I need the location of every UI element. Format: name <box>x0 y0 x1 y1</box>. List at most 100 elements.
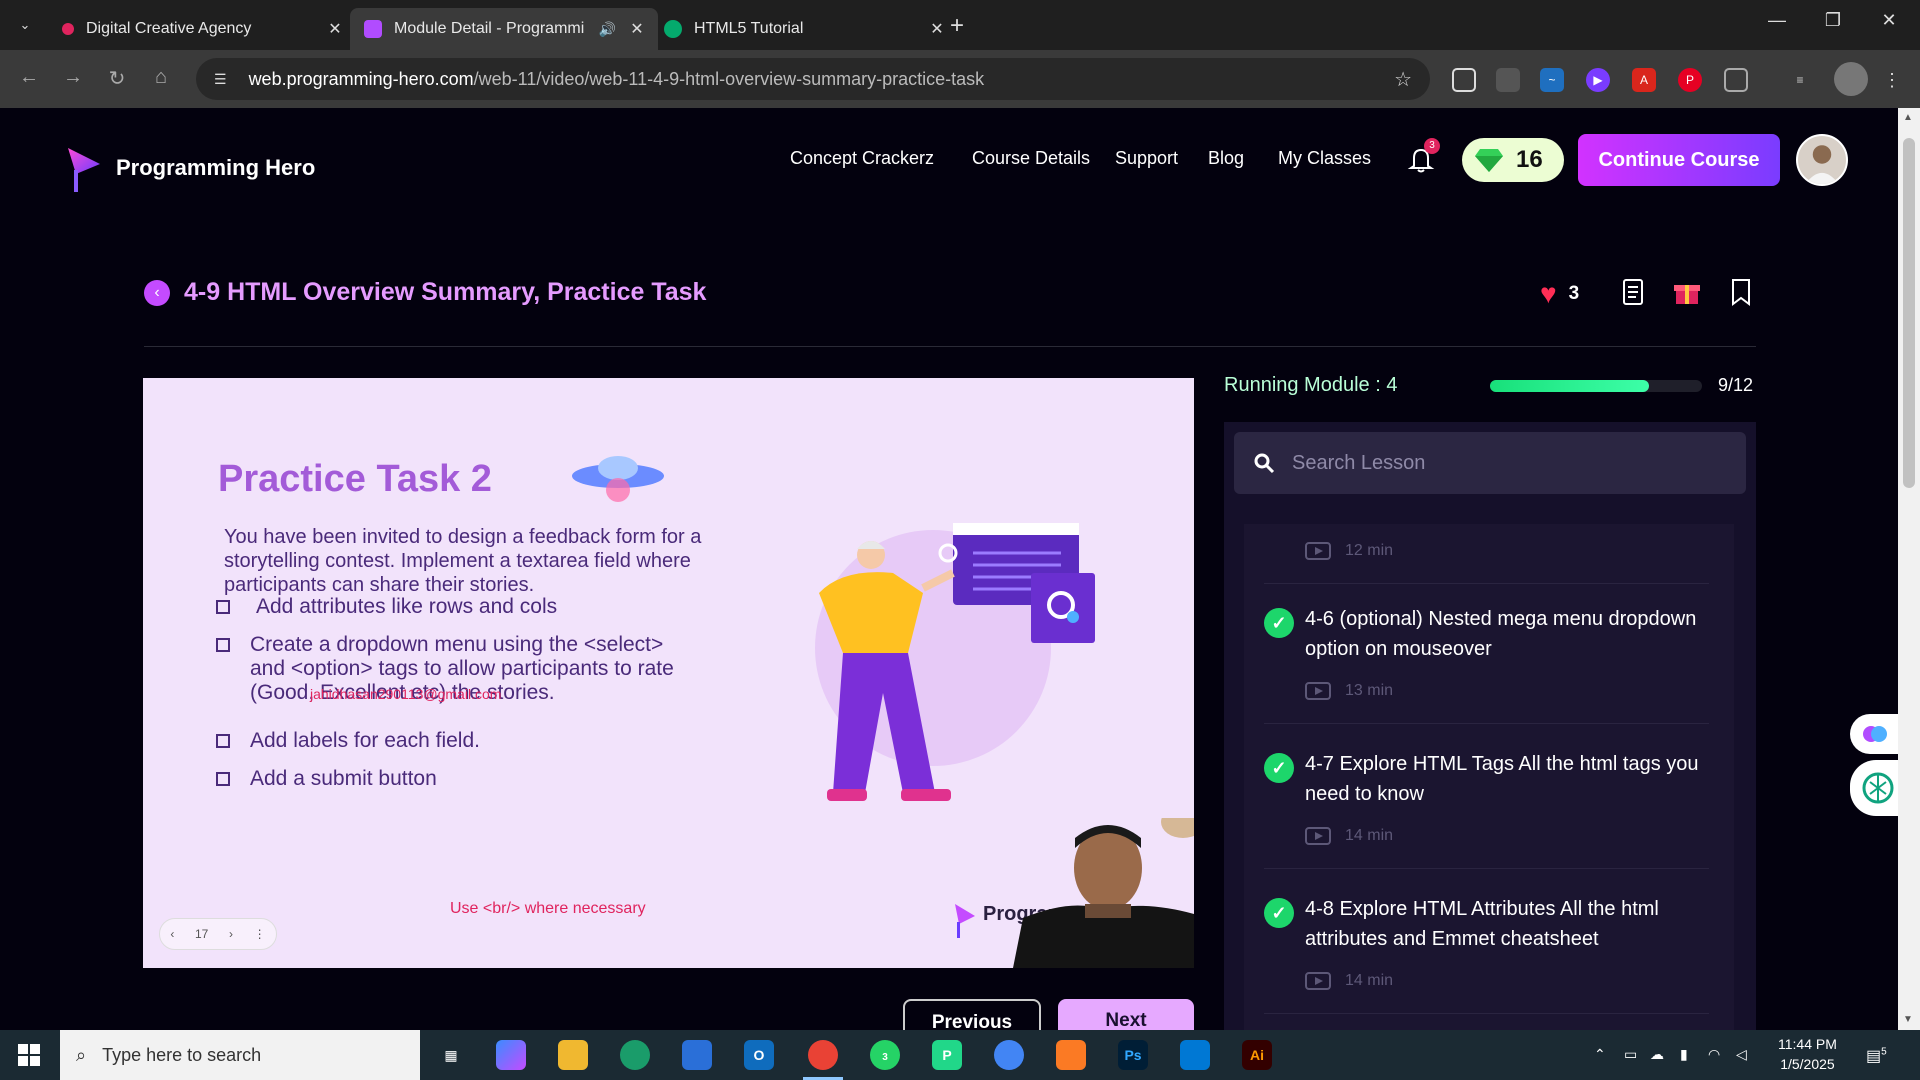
restore-icon[interactable]: ❐ <box>1810 10 1856 31</box>
module-progress-count: 9/12 <box>1718 375 1754 395</box>
extension-play-icon[interactable]: ▶ <box>1586 68 1610 92</box>
tray-cloud-icon[interactable]: ☁ <box>1650 1046 1664 1063</box>
url-text[interactable]: web.programming-hero.com/web-11/video/we… <box>249 69 1395 90</box>
chatgpt-button[interactable] <box>1850 760 1898 816</box>
scrollbar-thumb[interactable] <box>1903 138 1915 488</box>
lesson-search[interactable] <box>1234 432 1746 494</box>
tray-chevron-icon[interactable]: ⌃ <box>1594 1046 1606 1063</box>
close-icon[interactable]: ✕ <box>626 19 648 39</box>
scroll-up-icon[interactable]: ▲ <box>1903 112 1913 123</box>
task-view-icon[interactable]: ▦ <box>436 1040 466 1070</box>
lesson-item[interactable]: ✓ 4-7 Explore HTML Tags All the html tag… <box>1264 749 1709 869</box>
brand-name: Programming Hero <box>116 155 316 180</box>
file-explorer-icon[interactable] <box>558 1040 588 1070</box>
reading-mode-icon[interactable] <box>1452 68 1476 92</box>
nav-course-details[interactable]: Course Details <box>972 148 1090 169</box>
slide-next-icon[interactable]: › <box>229 927 233 941</box>
acrobat-icon[interactable]: A <box>1632 68 1656 92</box>
nav-blog[interactable]: Blog <box>1208 148 1244 169</box>
browser-tab-agency[interactable]: Digital Creative Agency ✕ <box>48 8 356 50</box>
taskbar-search[interactable]: ⌕ Type here to search <box>60 1030 420 1080</box>
close-icon[interactable]: ✕ <box>324 19 346 39</box>
lesson-list[interactable]: 12 min ✓ 4-6 (optional) Nested mega menu… <box>1244 524 1734 1030</box>
menu-kebab-icon[interactable]: ⋮ <box>1880 68 1904 92</box>
chrome-profile-icon[interactable] <box>994 1040 1024 1070</box>
tray-device-icon[interactable]: ▭ <box>1624 1046 1637 1063</box>
whatsapp-icon[interactable]: 3 <box>870 1040 900 1070</box>
extension-wave-icon[interactable]: ~ <box>1540 68 1564 92</box>
lesson-item[interactable]: ✓ 4-8 Explore HTML Attributes All the ht… <box>1264 894 1709 1014</box>
edge-icon[interactable] <box>620 1040 650 1070</box>
pycharm-icon[interactable]: P <box>932 1040 962 1070</box>
nav-my-classes[interactable]: My Classes <box>1278 148 1371 169</box>
extension-icon[interactable] <box>1496 68 1520 92</box>
media-control-icon[interactable]: ≡ <box>1788 68 1812 92</box>
window-close-icon[interactable]: ✕ <box>1866 10 1912 31</box>
photoshop-icon[interactable]: Ps <box>1118 1040 1148 1070</box>
microsoft-store-icon[interactable] <box>682 1040 712 1070</box>
browser-tab-module-detail[interactable]: Module Detail - Programmi 🔊 ✕ <box>350 8 658 50</box>
taskbar-clock[interactable]: 11:44 PM 1/5/2025 <box>1778 1034 1837 1074</box>
nav-support[interactable]: Support <box>1115 148 1178 169</box>
gem-icon <box>1475 149 1503 172</box>
bookmark-star-icon[interactable]: ☆ <box>1394 67 1412 92</box>
scroll-down-icon[interactable]: ▼ <box>1903 1014 1913 1025</box>
site-settings-icon[interactable]: ☰ <box>214 71 227 88</box>
illustrator-icon[interactable]: Ai <box>1242 1040 1272 1070</box>
video-player[interactable]: Practice Task 2 You have been invited to… <box>143 378 1194 968</box>
module-progress-bar <box>1490 380 1702 392</box>
page-scrollbar[interactable]: ▲ ▼ <box>1898 108 1920 1030</box>
outlook-icon[interactable]: O <box>744 1040 774 1070</box>
forward-arrow-icon[interactable]: → <box>58 66 88 89</box>
chrome-icon[interactable] <box>808 1040 838 1070</box>
gems-counter[interactable]: 16 <box>1462 138 1564 182</box>
close-icon[interactable]: ✕ <box>926 19 948 39</box>
speaker-icon[interactable]: 🔊 <box>599 21 616 38</box>
address-bar[interactable]: ☰ web.programming-hero.com/web-11/video/… <box>196 58 1430 100</box>
pinterest-icon[interactable]: P <box>1678 68 1702 92</box>
back-arrow-icon[interactable]: ← <box>14 66 44 89</box>
nav-concept-crackerz[interactable]: Concept Crackerz <box>790 148 934 169</box>
profile-avatar-icon[interactable] <box>1834 62 1868 96</box>
tab-search-chevron-icon[interactable]: ⌄ <box>10 12 40 38</box>
back-arrow-icon[interactable]: ‹ <box>144 279 170 306</box>
lesson-title: 4-9 HTML Overview Summary, Practice Task <box>184 278 707 306</box>
battery-icon[interactable]: ▮ <box>1680 1046 1688 1063</box>
brain-assistant-button[interactable] <box>1850 714 1898 754</box>
slide-prev-icon[interactable]: ‹ <box>170 927 174 941</box>
xampp-icon[interactable] <box>1056 1040 1086 1070</box>
new-tab-plus-icon[interactable]: + <box>950 12 964 40</box>
vscode-icon[interactable] <box>1180 1040 1210 1070</box>
lesson-item[interactable]: ✓ 4-6 (optional) Nested mega menu dropdo… <box>1264 604 1709 724</box>
volume-icon[interactable]: ◁ <box>1736 1046 1747 1063</box>
notifications-icon[interactable]: ▤5 <box>1866 1046 1887 1066</box>
notes-icon[interactable] <box>1620 278 1646 306</box>
lesson-search-input[interactable] <box>1292 451 1712 475</box>
user-avatar[interactable] <box>1796 134 1848 186</box>
extensions-puzzle-icon[interactable] <box>1724 68 1748 92</box>
notification-bell-icon[interactable]: 3 <box>1406 138 1440 174</box>
browser-tab-html5[interactable]: HTML5 Tutorial ✕ <box>650 8 958 50</box>
like-counter[interactable]: ♥ 3 <box>1540 278 1579 310</box>
ufo-icon <box>572 456 664 502</box>
wifi-icon[interactable]: ◠ <box>1708 1046 1720 1063</box>
task-item: Add a submit button <box>216 767 690 791</box>
previous-button[interactable]: Previous <box>903 999 1041 1030</box>
minimize-icon[interactable]: — <box>1754 10 1800 31</box>
video-play-icon <box>1305 972 1331 990</box>
bookmark-icon[interactable] <box>1728 278 1754 306</box>
gift-icon[interactable] <box>1672 278 1702 306</box>
video-play-icon <box>1305 682 1331 700</box>
slide-more-icon[interactable]: ⋮ <box>254 927 266 941</box>
next-button[interactable]: Next <box>1058 999 1194 1030</box>
lesson-item[interactable]: 12 min <box>1264 524 1709 584</box>
home-icon[interactable]: ⌂ <box>146 66 176 89</box>
reload-icon[interactable]: ↻ <box>102 66 132 91</box>
continue-course-button[interactable]: Continue Course <box>1578 134 1780 186</box>
running-module-label: Running Module : 4 <box>1224 374 1398 396</box>
site-logo[interactable]: Programming Hero <box>62 140 315 196</box>
copilot-icon[interactable] <box>496 1040 526 1070</box>
windows-start-icon[interactable] <box>18 1044 40 1066</box>
heart-icon[interactable]: ♥ <box>1540 278 1557 310</box>
chatgpt-icon <box>1862 772 1894 804</box>
